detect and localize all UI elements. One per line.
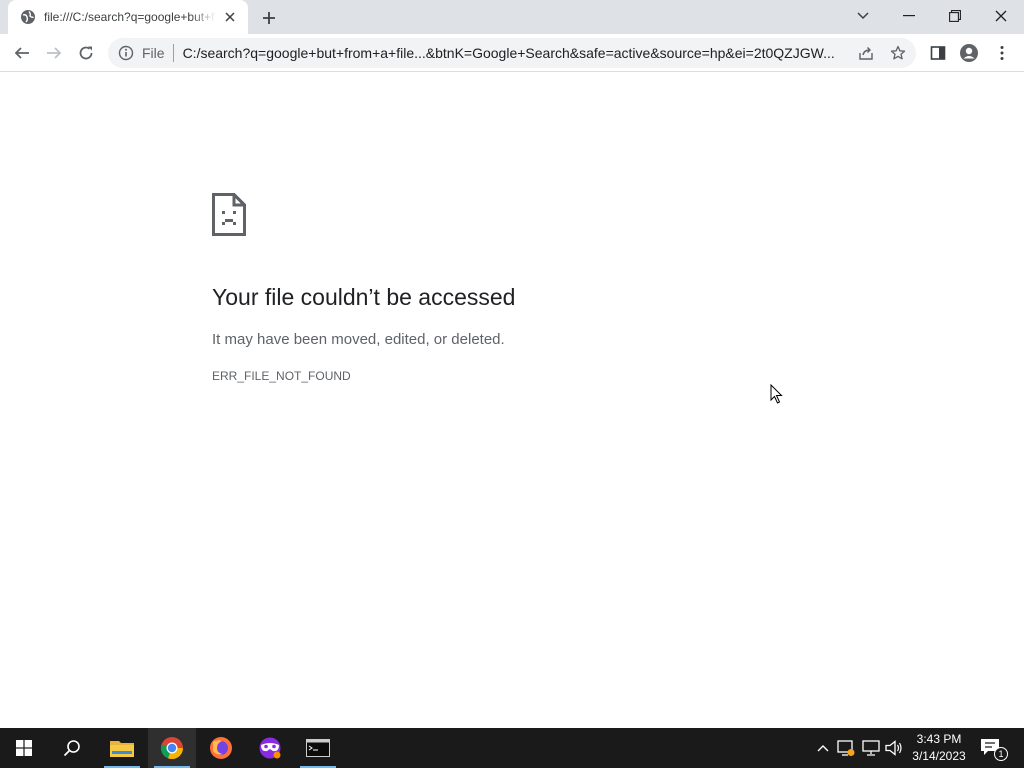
start-windows-icon[interactable] <box>0 728 48 768</box>
browser-window: file:///C:/search?q=google+but+from+a+fi… <box>0 0 1024 768</box>
chevron-up-icon[interactable] <box>814 739 832 757</box>
omnibox-divider <box>172 44 174 62</box>
close-window-icon[interactable] <box>978 0 1024 32</box>
error-description: It may have been moved, edited, or delet… <box>212 331 505 348</box>
chrome-icon[interactable] <box>148 728 196 768</box>
network-icon[interactable] <box>862 739 880 757</box>
share-icon[interactable] <box>858 45 874 61</box>
close-tab-icon[interactable] <box>222 9 238 25</box>
menu-kebab-icon[interactable] <box>988 39 1016 67</box>
tab-search-chevron-icon[interactable] <box>840 0 886 32</box>
bookmark-star-icon[interactable] <box>890 45 906 61</box>
file-explorer-icon[interactable] <box>98 728 146 768</box>
restore-icon[interactable] <box>932 0 978 32</box>
tab-active[interactable]: file:///C:/search?q=google+but+from+a+fi… <box>8 0 248 34</box>
new-tab-icon[interactable] <box>258 7 280 29</box>
security-chip-label[interactable]: File <box>142 45 165 61</box>
info-icon[interactable] <box>118 45 134 61</box>
back-arrow-icon[interactable] <box>8 39 36 67</box>
side-panel-icon[interactable] <box>924 39 952 67</box>
browser-toolbar: File C:/search?q=google+but+from+a+file.… <box>0 34 1024 72</box>
globe-icon <box>20 9 36 25</box>
mouse-pointer-icon <box>770 383 784 404</box>
error-code: ERR_FILE_NOT_FOUND <box>212 369 351 383</box>
tab-title: file:///C:/search?q=google+but+from+a+fi… <box>44 10 216 24</box>
tab-strip: file:///C:/search?q=google+but+from+a+fi… <box>0 0 1024 34</box>
firefox-icon[interactable] <box>197 728 245 768</box>
clock-time: 3:43 PM <box>916 732 962 746</box>
system-clock[interactable]: 3:43 PM 3/14/2023 <box>904 731 974 765</box>
forward-arrow-icon[interactable] <box>40 39 68 67</box>
windows-taskbar: 3:43 PM 3/14/2023 1 <box>0 728 1024 768</box>
error-title: Your file couldn’t be accessed <box>212 284 516 310</box>
notification-badge: 1 <box>994 747 1008 761</box>
terminal-icon[interactable] <box>294 728 342 768</box>
address-bar[interactable]: File C:/search?q=google+but+from+a+file.… <box>108 38 916 68</box>
action-center-icon[interactable]: 1 <box>980 738 1008 761</box>
clock-date: 3/14/2023 <box>912 749 966 763</box>
profile-avatar-icon[interactable] <box>955 39 983 67</box>
url-text[interactable]: C:/search?q=google+but+from+a+file...&bt… <box>183 45 847 61</box>
volume-icon[interactable] <box>885 739 903 757</box>
search-icon[interactable] <box>48 728 96 768</box>
sad-file-icon <box>212 193 246 236</box>
error-page: Your file couldn’t be accessed It may ha… <box>0 72 1024 728</box>
minimize-icon[interactable] <box>886 0 932 32</box>
reload-icon[interactable] <box>72 39 100 67</box>
tor-browser-mask-icon[interactable] <box>246 728 294 768</box>
security-center-icon[interactable] <box>837 739 855 757</box>
